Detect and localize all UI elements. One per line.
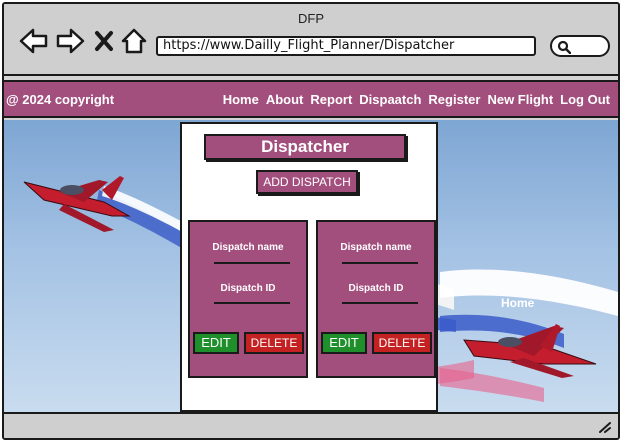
dispatch-id-label: Dispatch ID [348, 283, 404, 294]
nav-link-log-out[interactable]: Log Out [560, 92, 610, 107]
nav-link-report[interactable]: Report [310, 92, 352, 107]
nav-link-home[interactable]: Home [223, 92, 259, 107]
dispatch-id-label: Dispatch ID [220, 283, 276, 294]
back-arrow-icon[interactable] [18, 26, 50, 56]
nav-links: Home About Report Dispaatch Register New… [223, 92, 610, 107]
dispatch-name-field[interactable] [342, 262, 418, 264]
page-title: Dispatcher [204, 134, 406, 160]
close-x-icon[interactable] [92, 26, 116, 56]
status-bar [4, 412, 618, 438]
dispatcher-panel: Dispatcher ADD DISPATCH Dispatch name Di… [180, 122, 438, 412]
add-dispatch-button[interactable]: ADD DISPATCH [256, 170, 358, 194]
dispatch-card: Dispatch name Dispatch ID EDIT DELETE [188, 220, 308, 378]
copyright-text: @ 2024 copyright [6, 92, 115, 107]
browser-window: DFP https://www.Dailly_Flight_Planner/Di… [2, 2, 620, 440]
dispatch-id-field[interactable] [214, 302, 290, 304]
dispatch-name-label: Dispatch name [212, 242, 284, 253]
address-bar[interactable]: https://www.Dailly_Flight_Planner/Dispat… [156, 36, 536, 56]
hero-background: Home Dispatcher ADD DISPATCH Dispatch na… [4, 120, 618, 412]
home-icon[interactable] [120, 26, 148, 56]
resize-grip-icon[interactable] [598, 421, 612, 433]
search-icon [557, 40, 571, 54]
search-field[interactable] [550, 35, 610, 57]
dispatch-id-field[interactable] [342, 302, 418, 304]
window-title: DFP [298, 11, 324, 26]
nav-link-about[interactable]: About [266, 92, 304, 107]
dispatch-name-label: Dispatch name [340, 242, 412, 253]
delete-button[interactable]: DELETE [244, 332, 304, 354]
forward-arrow-icon[interactable] [54, 26, 86, 56]
browser-toolbar: DFP https://www.Dailly_Flight_Planner/Di… [4, 4, 618, 76]
nav-link-register[interactable]: Register [428, 92, 480, 107]
edit-button[interactable]: EDIT [193, 332, 239, 354]
nav-link-new-flight[interactable]: New Flight [487, 92, 553, 107]
hero-home-text: Home [501, 296, 535, 310]
dispatch-name-field[interactable] [214, 262, 290, 264]
site-navbar: @ 2024 copyright Home About Report Dispa… [4, 80, 618, 118]
edit-button[interactable]: EDIT [321, 332, 367, 354]
nav-link-dispatch[interactable]: Dispaatch [359, 92, 421, 107]
dispatch-card: Dispatch name Dispatch ID EDIT DELETE [316, 220, 436, 378]
delete-button[interactable]: DELETE [372, 332, 432, 354]
